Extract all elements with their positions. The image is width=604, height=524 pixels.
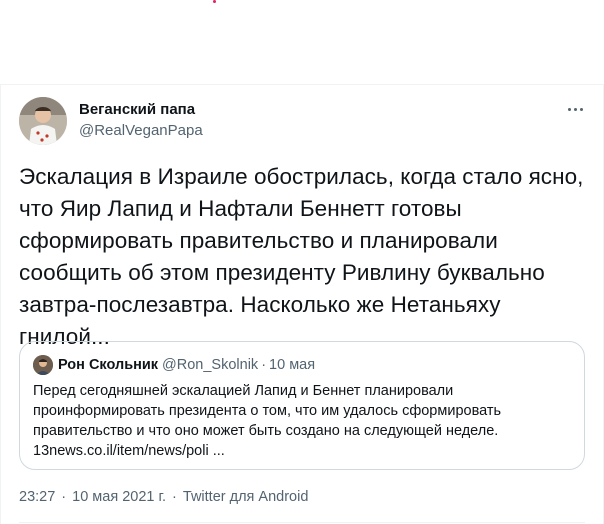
more-dot: [579, 107, 583, 111]
quoted-text-line: правительство и что оно может быть созда…: [33, 423, 499, 439]
more-horizontal-icon[interactable]: [563, 103, 587, 115]
quoted-time: 10 мая: [269, 357, 316, 373]
quoted-separator: ·: [261, 357, 267, 373]
tweet-source[interactable]: Twitter для Android: [183, 489, 309, 505]
tweet-text-line: сообщить об этом президенту Ривлину букв…: [19, 260, 545, 285]
quoted-author-name: Рон Скольник: [58, 357, 159, 373]
author-display-name[interactable]: Веганский папа: [79, 101, 195, 118]
tweet-text-line: что Яир Лапид и Нафтали Беннетт готовы: [19, 196, 462, 221]
avatar-image: [33, 355, 53, 375]
quoted-text-line: Перед сегодняшней эскалацией Лапид и Бен…: [33, 383, 454, 399]
quoted-text: Перед сегодняшней эскалацией Лапид и Бен…: [33, 381, 573, 461]
meta-separator: ·: [61, 489, 67, 505]
decorative-dot: [213, 0, 216, 3]
tweet-date[interactable]: 10 мая 2021 г.: [72, 489, 166, 505]
quoted-header: Рон Скольник @Ron_Skolnik · 10 мая: [58, 357, 315, 373]
divider: [19, 522, 585, 523]
tweet-text-line: сформировать правительство и планировали: [19, 228, 498, 253]
tweet-text-line: завтра-послезавтра. Насколько же Нетанья…: [19, 292, 501, 317]
quoted-tweet[interactable]: Рон Скольник @Ron_Skolnik · 10 мая Перед се…: [19, 341, 585, 470]
avatar-image: [19, 97, 67, 145]
quoted-author-handle: @Ron_Skolnik: [162, 357, 259, 373]
quoted-text-line: проинформировать президента о том, что и…: [33, 403, 502, 419]
tweet-text-line: Эскалация в Израиле обострилась, когда с…: [19, 164, 584, 189]
author-avatar[interactable]: [19, 97, 67, 145]
more-dot: [567, 107, 571, 111]
quoted-link[interactable]: 13news.co.il/item/news/poli ...: [33, 441, 573, 461]
tweet-time[interactable]: 23:27: [19, 489, 55, 505]
quoted-author-avatar: [33, 355, 53, 375]
tweet-meta: 23:27 · 10 мая 2021 г. · Twitter для Android: [19, 489, 308, 505]
tweet-text: Эскалация в Израиле обострилась, когда с…: [19, 161, 589, 353]
more-dot: [573, 107, 577, 111]
meta-separator: ·: [172, 489, 177, 505]
author-handle[interactable]: @RealVeganPapa: [79, 122, 203, 139]
